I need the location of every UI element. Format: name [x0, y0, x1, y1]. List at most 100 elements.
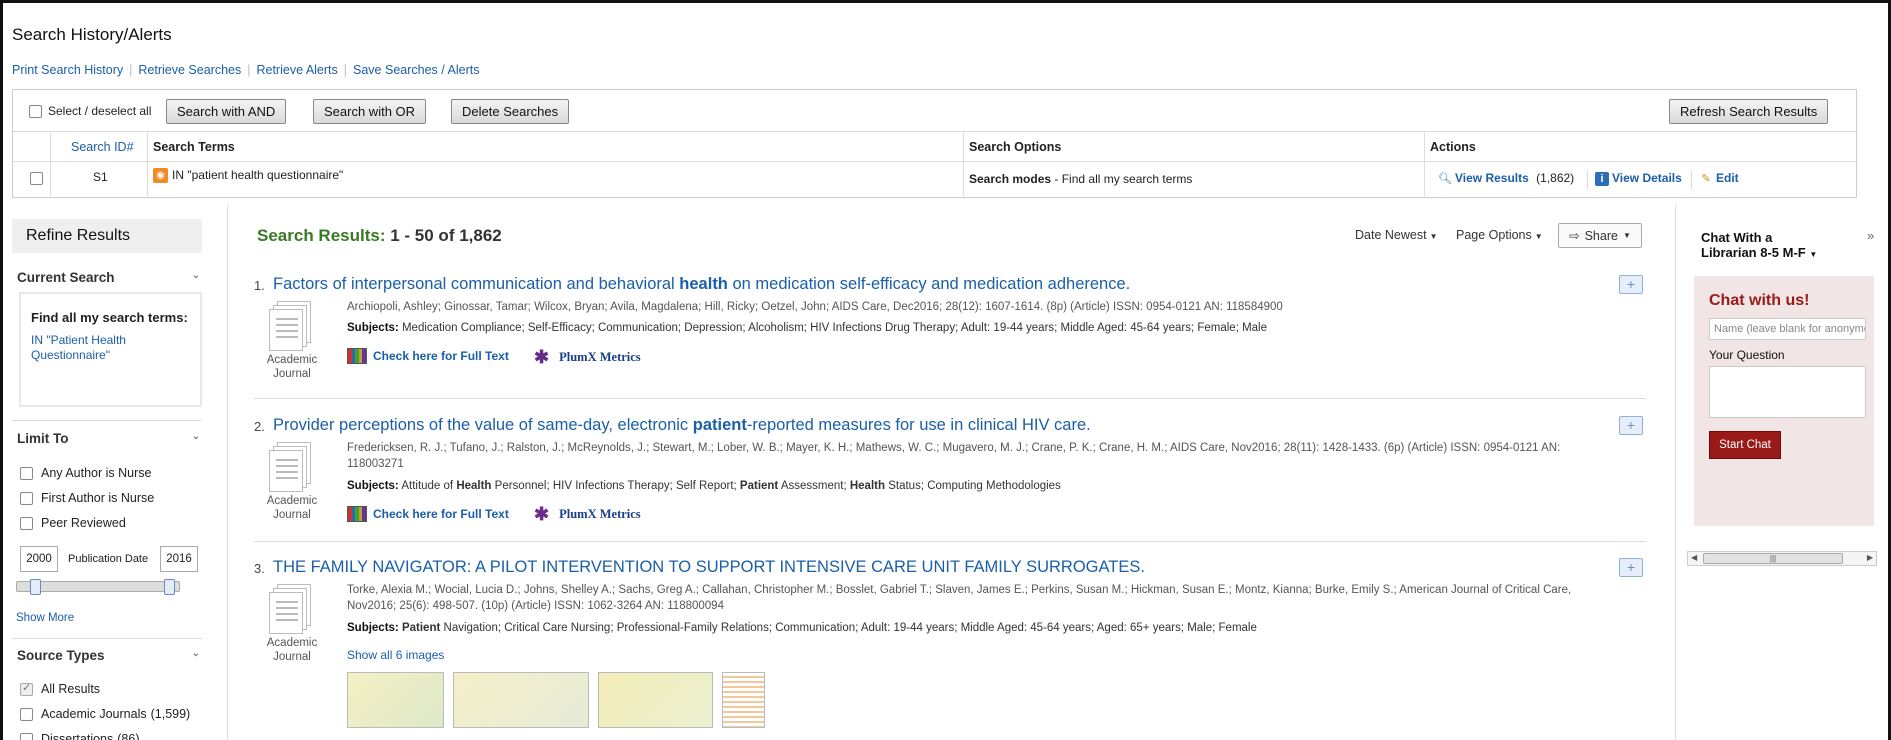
current-search-header[interactable]: Current Search ⌄ — [17, 270, 202, 285]
select-all[interactable]: Select / deselect all — [29, 104, 151, 118]
source-all-results[interactable]: All Results — [20, 681, 100, 696]
start-chat-button[interactable]: Start Chat — [1709, 431, 1781, 459]
result-item: 2. Provider perceptions of the value of … — [254, 416, 1646, 536]
chevron-down-icon[interactable]: ⌄ — [192, 648, 200, 659]
source-dissertations[interactable]: Dissertations (86) — [20, 732, 139, 740]
add-to-folder-icon[interactable]: + — [1619, 416, 1643, 435]
plumx-metrics-link[interactable]: ✱ PlumX Metrics — [534, 504, 641, 525]
print-search-history-link[interactable]: Print Search History — [12, 63, 123, 77]
result-subjects: Subjects: Patient Navigation; Critical C… — [347, 622, 1257, 634]
add-to-folder-icon[interactable]: + — [1619, 558, 1643, 577]
chat-with-librarian-dropdown[interactable]: Chat With a Librarian 8-5 M-F ▼ — [1701, 230, 1831, 262]
chat-name-input[interactable]: Name (leave blank for anonymous) — [1709, 318, 1866, 340]
divider — [12, 420, 202, 421]
refine-results-title: Refine Results — [12, 219, 202, 253]
limit-any-author-nurse[interactable]: Any Author is Nurse — [20, 466, 151, 480]
page-options-dropdown[interactable]: Page Options ▼ — [1456, 228, 1543, 242]
publication-date-slider[interactable] — [16, 579, 180, 595]
limit-checkbox[interactable] — [20, 516, 33, 530]
limit-to-header[interactable]: Limit To ⌄ — [17, 431, 202, 446]
caret-down-icon: ▼ — [1622, 231, 1631, 240]
title-text: -reported measures for use in clinical H… — [746, 416, 1091, 434]
scroll-right-icon[interactable]: ▶ — [1867, 553, 1873, 562]
scroll-left-icon[interactable]: ◀ — [1691, 553, 1697, 562]
column-search-id[interactable]: Search ID# — [71, 140, 134, 154]
full-text-link[interactable]: Check here for Full Text — [347, 506, 509, 522]
limit-first-author-nurse[interactable]: First Author is Nurse — [20, 491, 154, 505]
plumx-label: PlumX Metrics — [559, 350, 641, 364]
chat-question-input[interactable] — [1709, 366, 1866, 418]
source-label: Dissertations — [41, 732, 114, 740]
save-searches-link[interactable]: Save Searches / Alerts — [353, 63, 479, 77]
edit-link[interactable]: Edit — [1716, 171, 1739, 185]
source-checkbox[interactable] — [20, 681, 33, 696]
divider — [50, 132, 51, 198]
image-thumbnail[interactable] — [453, 672, 589, 728]
retrieve-searches-link[interactable]: Retrieve Searches — [138, 63, 241, 77]
slider-handle-start[interactable] — [30, 579, 41, 595]
add-to-folder-icon[interactable]: + — [1619, 275, 1643, 294]
search-with-or-button[interactable]: Search with OR — [313, 99, 427, 124]
limit-peer-reviewed[interactable]: Peer Reviewed — [20, 516, 126, 530]
row-checkbox[interactable] — [30, 172, 43, 185]
show-all-images-link[interactable]: Show all 6 images — [347, 648, 444, 662]
title-highlight: patient — [692, 416, 747, 434]
subjects-highlight: Patient — [739, 480, 779, 492]
year-to-input[interactable]: 2016 — [160, 546, 198, 572]
select-all-label: Select / deselect all — [48, 104, 152, 118]
result-title-link[interactable]: Factors of interpersonal communication a… — [273, 275, 1130, 294]
chevron-down-icon[interactable]: ⌄ — [192, 270, 200, 281]
academic-journal-icon[interactable] — [269, 301, 319, 351]
view-details-link[interactable]: View Details — [1612, 171, 1682, 185]
share-button[interactable]: ⇨ Share ▼ — [1558, 223, 1642, 248]
academic-journal-icon[interactable] — [269, 584, 319, 634]
search-results-range: 1 - 50 of 1,862 — [390, 226, 502, 245]
edit-action[interactable]: ✎ Edit — [1699, 171, 1739, 186]
retrieve-alerts-link[interactable]: Retrieve Alerts — [256, 63, 337, 77]
result-number: 1. — [254, 278, 265, 293]
subjects-text: Attitude of — [401, 480, 457, 492]
view-results-action[interactable]: 🔍︎ View Results (1,862) — [1438, 171, 1574, 186]
full-text-label: Check here for Full Text — [373, 349, 509, 363]
search-results-heading: Search Results: 1 - 50 of 1,862 — [257, 226, 502, 246]
rss-feed-icon[interactable]: ◉ — [153, 168, 168, 184]
horizontal-scrollbar[interactable]: ◀ ||| ▶ — [1687, 551, 1877, 566]
source-academic-journals[interactable]: Academic Journals (1,599) — [20, 707, 190, 721]
collapse-panel-icon[interactable]: » — [1867, 228, 1874, 243]
image-thumbnail[interactable] — [347, 672, 444, 728]
current-search-label: Current Search — [17, 270, 115, 285]
divider: | — [129, 63, 133, 77]
image-thumbnail[interactable] — [598, 672, 713, 728]
full-text-link[interactable]: Check here for Full Text — [347, 348, 509, 364]
view-results-link[interactable]: View Results — [1455, 171, 1529, 185]
sort-dropdown[interactable]: Date Newest ▼ — [1355, 228, 1437, 242]
plumx-label: PlumX Metrics — [559, 507, 641, 521]
result-title-link[interactable]: THE FAMILY NAVIGATOR: A PILOT INTERVENTI… — [273, 558, 1145, 577]
search-with-and-button[interactable]: Search with AND — [166, 99, 287, 124]
chevron-down-icon[interactable]: ⌄ — [192, 431, 200, 442]
subjects-label: Subjects: — [347, 322, 399, 334]
limit-checkbox[interactable] — [20, 466, 33, 480]
limit-label: Any Author is Nurse — [41, 466, 152, 480]
view-details-action[interactable]: i View Details — [1595, 171, 1682, 186]
search-terms: ◉ IN "patient health questionnaire" — [153, 168, 343, 184]
image-thumbnail[interactable] — [722, 672, 765, 728]
refresh-search-results-button[interactable]: Refresh Search Results — [1669, 99, 1829, 124]
limit-checkbox[interactable] — [20, 491, 33, 505]
scrollbar-thumb[interactable]: ||| — [1703, 553, 1843, 564]
current-search-term-link[interactable]: IN "Patient Health Questionnaire" — [31, 333, 190, 363]
slider-handle-end[interactable] — [164, 579, 175, 595]
year-from-input[interactable]: 2000 — [20, 546, 58, 572]
show-more-link[interactable]: Show More — [16, 612, 74, 624]
select-all-checkbox[interactable] — [29, 104, 42, 118]
chat-widget: Chat with us! Name (leave blank for anon… — [1694, 276, 1874, 526]
source-checkbox[interactable] — [20, 707, 33, 721]
search-modes-value: - Find all my search terms — [1051, 172, 1193, 186]
plumx-metrics-link[interactable]: ✱ PlumX Metrics — [534, 347, 641, 368]
source-checkbox[interactable] — [20, 732, 33, 740]
delete-searches-button[interactable]: Delete Searches — [451, 99, 570, 124]
academic-journal-icon[interactable] — [269, 442, 319, 492]
source-types-header[interactable]: Source Types ⌄ — [17, 648, 202, 663]
result-title-link[interactable]: Provider perceptions of the value of sam… — [273, 416, 1091, 435]
page-options-label: Page Options — [1456, 228, 1532, 242]
